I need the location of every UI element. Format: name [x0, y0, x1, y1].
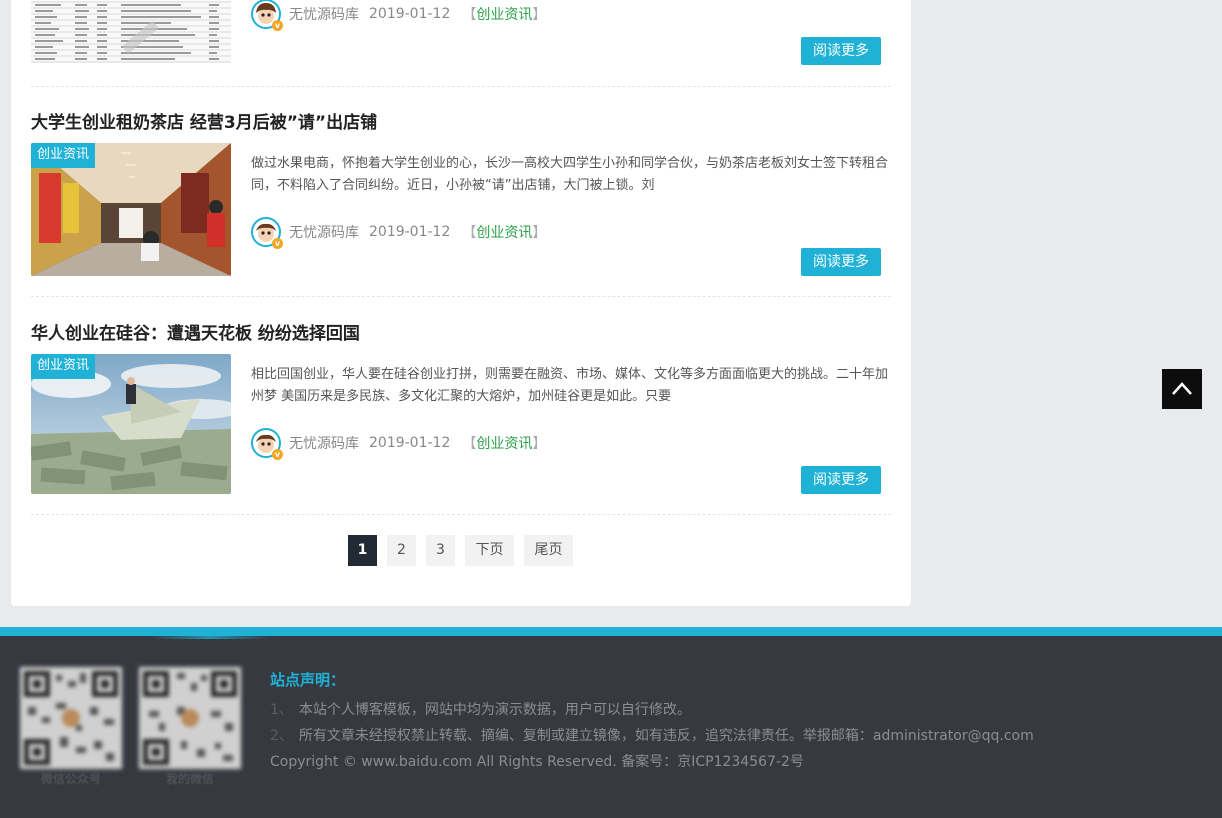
author-name[interactable]: 无忧源码库: [289, 4, 359, 24]
article-thumbnail-2[interactable]: 创业资讯: [31, 354, 231, 494]
post-date: 2019-01-12: [369, 6, 451, 22]
bracket-open: 【: [462, 225, 477, 241]
article-meta-2: v 无忧源码库 2019-01-12 【创业资讯】: [251, 426, 546, 460]
notice-line-1: 1、 本站个人博客模板，网站中均为演示数据，用户可以自行修改。: [270, 700, 1034, 720]
author-name[interactable]: 无忧源码库: [289, 222, 359, 242]
article-item-0: v 无忧源码库 2019-01-12 【创业资讯】 阅读更多: [31, 0, 891, 86]
notice-line-2: 2、 所有文章未经授权禁止转载、摘编、复制或建立镜像，如有违反，追究法律责任。举报…: [270, 726, 1034, 746]
category-tag[interactable]: 创业资讯: [31, 143, 96, 168]
qr-label-personal: 我的微信: [165, 772, 214, 786]
post-date: 2019-01-12: [369, 435, 451, 451]
bracket-close: 】: [532, 225, 547, 241]
personal-wechat-qr-code: [139, 667, 241, 769]
post-category: 【创业资讯】: [462, 4, 546, 24]
divider: [31, 514, 891, 515]
article-list: v 无忧源码库 2019-01-12 【创业资讯】 阅读更多 大学生创业租奶茶店…: [11, 0, 911, 606]
notice-number: 1、: [270, 702, 293, 718]
pagination: 1 2 3 下页 尾页: [348, 535, 573, 566]
last-page-link[interactable]: 尾页: [524, 535, 573, 566]
site-footer: 微信公众号 我的微信 站点声明： 1、 本站个人博客模板，网站中均为演示数据，用户…: [0, 627, 1222, 818]
article-title-1[interactable]: 大学生创业租奶茶店 经营3月后被”请”出店铺: [31, 108, 377, 133]
notice-title: 站点声明：: [270, 671, 346, 689]
chevron-up-icon: [1172, 382, 1192, 395]
category-link[interactable]: 创业资讯: [476, 436, 532, 452]
category-link[interactable]: 创业资讯: [476, 225, 532, 241]
author-name[interactable]: 无忧源码库: [289, 433, 359, 453]
notice-text: 所有文章未经授权禁止转载、摘编、复制或建立镜像，如有违反，追究法律责任。举报邮箱…: [298, 728, 1034, 744]
post-category: 【创业资讯】: [462, 433, 546, 453]
article-meta-1: v 无忧源码库 2019-01-12 【创业资讯】: [251, 215, 546, 249]
read-more-button-0[interactable]: 阅读更多: [801, 37, 881, 65]
page-current[interactable]: 1: [348, 535, 377, 566]
bracket-close: 】: [532, 436, 547, 452]
notice-number: 2、: [270, 728, 293, 744]
copyright-text: Copyright © www.baidu.com All Rights Res…: [270, 754, 804, 770]
post-category: 【创业资讯】: [462, 222, 546, 242]
table-screenshot-image: [31, 0, 231, 63]
page-2-link[interactable]: 2: [387, 535, 416, 566]
qr-label-official: 微信公众号: [40, 772, 101, 786]
bracket-open: 【: [462, 7, 477, 23]
article-thumbnail-1[interactable]: 创业资讯: [31, 143, 231, 276]
category-tag[interactable]: 创业资讯: [31, 354, 96, 379]
wechat-official-qr-code: [20, 667, 122, 769]
page-3-link[interactable]: 3: [426, 535, 455, 566]
category-link[interactable]: 创业资讯: [476, 7, 532, 23]
footer-accent-bar: [0, 627, 1222, 639]
article-excerpt-1: 做过水果电商，怀抱着大学生创业的心，长沙一高校大四学生小孙和同学合伙，与奶茶店老…: [251, 156, 889, 193]
divider: [31, 86, 891, 87]
bracket-close: 】: [532, 7, 547, 23]
author-avatar[interactable]: v: [251, 217, 283, 249]
article-title-2[interactable]: 华人创业在硅谷：遭遇天花板 纷纷选择回国: [31, 319, 360, 344]
post-date: 2019-01-12: [369, 224, 451, 240]
read-more-button-1[interactable]: 阅读更多: [801, 248, 881, 276]
notice-text: 本站个人博客模板，网站中均为演示数据，用户可以自行修改。: [298, 702, 691, 718]
read-more-button-2[interactable]: 阅读更多: [801, 466, 881, 494]
back-to-top-button[interactable]: [1162, 369, 1202, 409]
verified-badge-icon: v: [272, 238, 283, 249]
verified-badge-icon: v: [272, 449, 283, 460]
bracket-open: 【: [462, 436, 477, 452]
author-avatar[interactable]: v: [251, 428, 283, 460]
site-notice: 站点声明： 1、 本站个人博客模板，网站中均为演示数据，用户可以自行修改。 2、所…: [270, 669, 1034, 778]
divider: [31, 296, 891, 297]
next-page-link[interactable]: 下页: [465, 535, 514, 566]
verified-badge-icon: v: [272, 20, 283, 31]
article-excerpt-2: 相比回国创业，华人要在硅谷创业打拼，则需要在融资、市场、媒体、文化等多方面面临更…: [251, 367, 889, 404]
author-avatar[interactable]: v: [251, 0, 283, 31]
article-meta-0: v 无忧源码库 2019-01-12 【创业资讯】: [251, 0, 546, 31]
article-item-2: 华人创业在硅谷：遭遇天花板 纷纷选择回国 创业资讯 相比回国创业，华人要在硅谷创…: [31, 319, 891, 515]
article-item-1: 大学生创业租奶茶店 经营3月后被”请”出店铺 创业资讯 做过水果电商，怀抱着大学…: [31, 108, 891, 298]
article-thumbnail-0[interactable]: [31, 0, 231, 63]
